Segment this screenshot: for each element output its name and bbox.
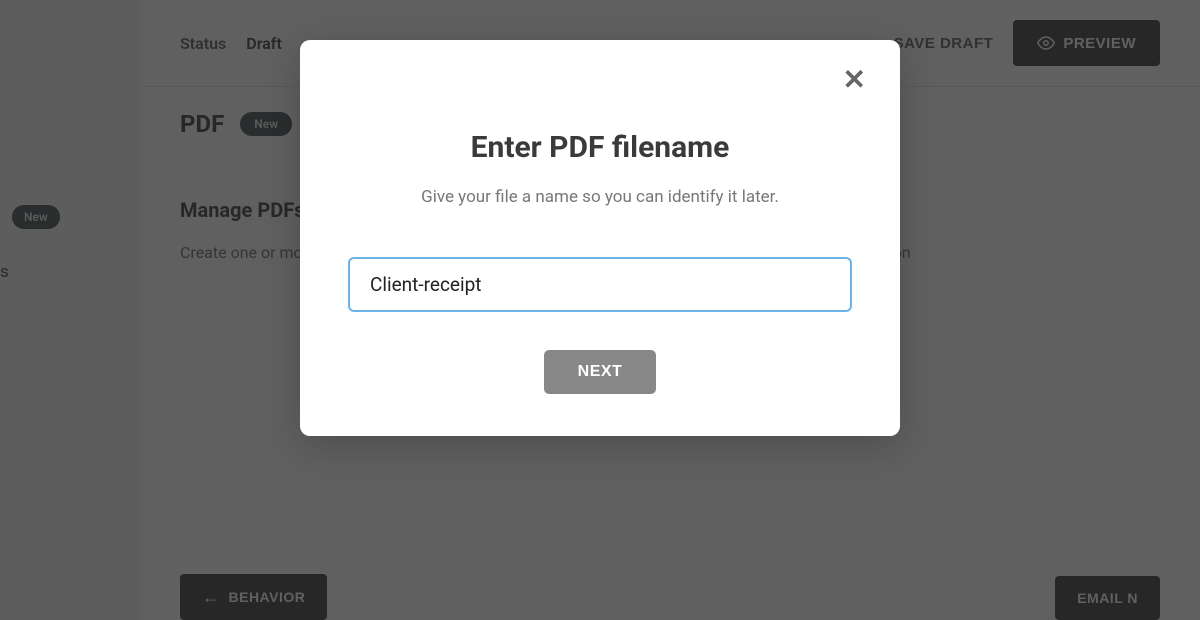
close-icon: ✕: [843, 64, 866, 95]
close-button[interactable]: ✕: [843, 66, 866, 94]
filename-modal: ✕ Enter PDF filename Give your file a na…: [300, 40, 900, 436]
modal-subtitle: Give your file a name so you can identif…: [348, 187, 852, 207]
next-button[interactable]: NEXT: [544, 350, 657, 394]
modal-title: Enter PDF filename: [348, 130, 852, 165]
filename-input[interactable]: [348, 257, 852, 312]
